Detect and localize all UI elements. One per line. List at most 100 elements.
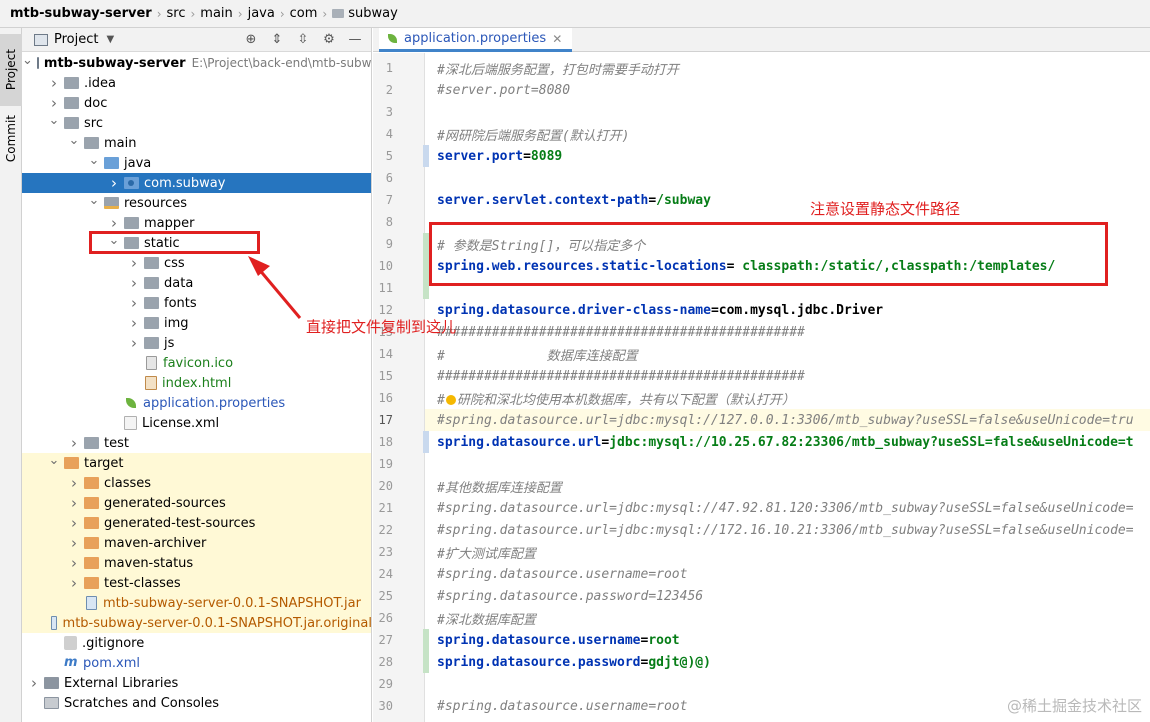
chevron-down-icon[interactable]: ⌄ (22, 53, 33, 73)
chevron-right-icon[interactable]: › (68, 553, 80, 573)
tree-item[interactable]: ⌄ target (22, 453, 371, 473)
chevron-right-icon[interactable]: › (128, 253, 140, 273)
folder-icon (124, 217, 139, 229)
project-tool-tab[interactable]: Project (0, 34, 22, 106)
breadcrumb-item[interactable]: main (200, 6, 232, 21)
breadcrumb-separator-icon: › (190, 6, 196, 21)
chevron-right-icon[interactable]: › (128, 293, 140, 313)
chevron-right-icon[interactable]: › (68, 533, 80, 553)
tree-item[interactable]: ⌄ src (22, 113, 371, 133)
tree-item[interactable]: › generated-sources (22, 493, 371, 513)
tree-item-label: mtb-subway-server (43, 55, 186, 71)
code-area[interactable]: #深北后端服务配置，打包时需要手动打开 #server.port=8080 #网研院… (425, 53, 1150, 722)
project-panel: Project ▼ ⊕ ⇕ ⇳ ⚙ — ⌄ mtb-subway-server E:… (22, 28, 372, 722)
chevron-right-icon[interactable]: › (48, 93, 60, 113)
tree-item-label: mtb-subway-server-0.0.1-SNAPSHOT.jar (103, 595, 361, 611)
editor: application.properties ✕ 1 2 3 4 5 6 7 8 9 10 11 12… (373, 28, 1150, 722)
tool-window-strip: Project Commit (0, 28, 22, 722)
tree-item[interactable]: mtb-subway-server-0.0.1-SNAPSHOT.jar (22, 593, 371, 613)
line-number: 15 (378, 369, 393, 383)
chevron-right-icon[interactable]: › (28, 673, 40, 693)
expand-all-icon[interactable]: ⇕ (269, 31, 285, 47)
tree-item[interactable]: favicon.ico (22, 353, 371, 373)
property-key: server.port (437, 148, 524, 164)
chevron-right-icon[interactable]: › (68, 433, 80, 453)
tree-item[interactable]: › fonts (22, 293, 371, 313)
tree-item[interactable]: m pom.xml (22, 653, 371, 673)
chevron-down-icon[interactable]: ⌄ (48, 113, 60, 133)
tree-item[interactable]: › classes (22, 473, 371, 493)
gear-icon[interactable]: ⚙ (321, 31, 337, 47)
intention-bulb-icon[interactable] (445, 395, 456, 405)
editor-tab-application-properties[interactable]: application.properties ✕ (379, 28, 573, 52)
tree-item[interactable]: › com.subway (22, 173, 371, 193)
breadcrumb-item[interactable]: src (167, 6, 186, 21)
chevron-right-icon[interactable]: › (68, 493, 80, 513)
folder-icon (144, 337, 159, 349)
tree-item[interactable]: mtb-subway-server-0.0.1-SNAPSHOT.jar.ori… (22, 613, 371, 633)
comment-text: #spring.datasource.username=root (437, 698, 688, 714)
tree-item-label: favicon.ico (163, 355, 234, 371)
tree-item[interactable]: .gitignore (22, 633, 371, 653)
tree-item[interactable]: › css (22, 253, 371, 273)
tree-item[interactable]: › maven-archiver (22, 533, 371, 553)
tree-item[interactable]: › test (22, 433, 371, 453)
tree-item[interactable]: › External Libraries (22, 673, 371, 693)
tree-item[interactable]: › doc (22, 93, 371, 113)
chevron-down-icon[interactable]: ▼ (106, 34, 114, 45)
line-number: 8 (385, 215, 393, 229)
tree-item[interactable]: ⌄ mtb-subway-server E:\Project\back-end\mt… (22, 53, 371, 73)
tree-item-label: generated-test-sources (104, 515, 256, 531)
hide-panel-icon[interactable]: — (347, 31, 363, 47)
tree-item[interactable]: index.html (22, 373, 371, 393)
tree-item[interactable]: › generated-test-sources (22, 513, 371, 533)
tree-item-label: License.xml (142, 415, 220, 431)
breadcrumb-item[interactable]: mtb-subway-server (10, 6, 152, 21)
chevron-right-icon[interactable]: › (68, 473, 80, 493)
tree-item[interactable]: License.xml (22, 413, 371, 433)
commit-tool-tab[interactable]: Commit (0, 108, 22, 170)
tree-item-label: pom.xml (83, 655, 140, 671)
comment-text: #网研院后端服务配置(默认打开) (437, 128, 630, 144)
folder-icon (64, 117, 79, 129)
tree-item[interactable]: › maven-status (22, 553, 371, 573)
locate-icon[interactable]: ⊕ (243, 31, 259, 47)
chevron-right-icon[interactable]: › (48, 73, 60, 93)
tree-item[interactable]: › test-classes (22, 573, 371, 593)
tree-item[interactable]: ⌄ java (22, 153, 371, 173)
breadcrumb-item[interactable]: com (290, 6, 318, 21)
tree-item-label: src (84, 115, 103, 131)
tree-item[interactable]: ⌄ main (22, 133, 371, 153)
breadcrumb-item[interactable]: subway (332, 6, 398, 21)
chevron-down-icon[interactable]: ⌄ (88, 153, 100, 173)
breadcrumb-item-label: com (289, 6, 318, 21)
code-line: #扩大测试库配置 (425, 541, 1150, 563)
chevron-down-icon[interactable]: ⌄ (48, 453, 60, 473)
chevron-right-icon[interactable]: › (68, 513, 80, 533)
chevron-right-icon[interactable]: › (68, 573, 80, 593)
chevron-right-icon[interactable]: › (108, 213, 120, 233)
collapse-all-icon[interactable]: ⇳ (295, 31, 311, 47)
chevron-right-icon[interactable]: › (128, 273, 140, 293)
chevron-down-icon[interactable]: ⌄ (88, 193, 100, 213)
tree-item[interactable]: › mapper (22, 213, 371, 233)
tree-item[interactable]: Scratches and Consoles (22, 693, 371, 713)
maven-icon: m (64, 655, 78, 670)
tree-item[interactable]: › .idea (22, 73, 371, 93)
close-icon[interactable]: ✕ (552, 32, 562, 46)
chevron-right-icon[interactable]: › (128, 313, 140, 333)
tree-item[interactable]: ⌄ resources (22, 193, 371, 213)
folder-icon (84, 137, 99, 149)
tree-item[interactable]: application.properties (22, 393, 371, 413)
chevron-right-icon[interactable]: › (108, 173, 120, 193)
breadcrumb-item[interactable]: java (248, 6, 275, 21)
folder-icon (64, 77, 79, 89)
tree-item-label: index.html (162, 375, 232, 391)
chevron-right-icon[interactable]: › (128, 333, 140, 353)
tree-item[interactable]: › data (22, 273, 371, 293)
project-view-selector[interactable]: Project (54, 32, 98, 47)
chevron-down-icon[interactable]: ⌄ (68, 133, 80, 153)
